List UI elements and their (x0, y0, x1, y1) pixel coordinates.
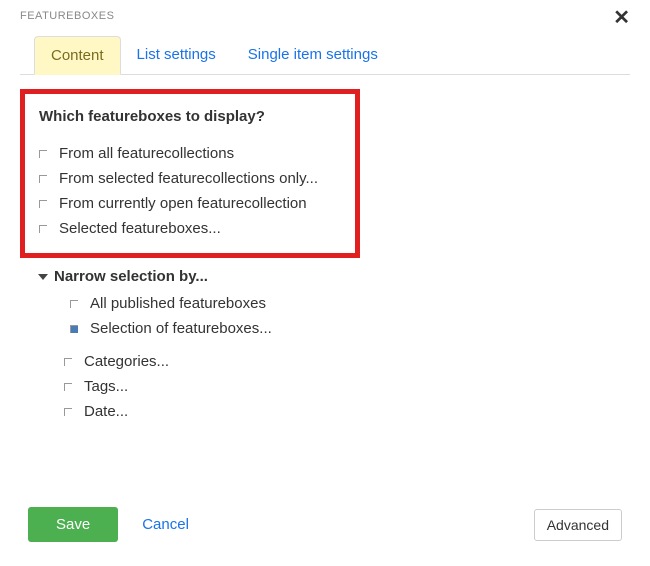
section-heading: Which featureboxes to display? (39, 108, 341, 125)
cancel-button[interactable]: Cancel (136, 515, 195, 534)
narrow-heading: Narrow selection by... (54, 268, 208, 285)
list-item[interactable]: From currently open featurecollection (39, 191, 341, 216)
narrow-toggle[interactable]: Narrow selection by... (38, 268, 630, 285)
radio-icon[interactable] (39, 150, 47, 158)
list-item[interactable]: Selection of featureboxes... (70, 316, 630, 341)
tab-single-item-settings[interactable]: Single item settings (232, 36, 394, 74)
list-item[interactable]: All published featureboxes (70, 291, 630, 316)
radio-icon[interactable] (39, 225, 47, 233)
list-item[interactable]: Tags... (64, 374, 630, 399)
option-label: All published featureboxes (90, 295, 266, 312)
option-label: Selected featureboxes... (59, 220, 221, 237)
narrow-primary-list: All published featureboxes Selection of … (70, 291, 630, 341)
featureboxes-dialog: ✕ FEATUREBOXES Content List settings Sin… (0, 0, 650, 566)
option-label: From all featurecollections (59, 145, 234, 162)
list-item[interactable]: From all featurecollections (39, 141, 341, 166)
advanced-button[interactable]: Advanced (534, 509, 622, 541)
option-label: From selected featurecollections only... (59, 170, 318, 187)
close-icon[interactable]: ✕ (613, 8, 630, 28)
display-options: From all featurecollections From selecte… (39, 141, 341, 241)
list-item[interactable]: From selected featurecollections only... (39, 166, 341, 191)
radio-icon[interactable] (70, 325, 78, 333)
tab-bar: Content List settings Single item settin… (20, 36, 630, 75)
radio-icon[interactable] (39, 200, 47, 208)
narrow-section: Narrow selection by... All published fea… (38, 268, 630, 424)
option-label: Selection of featureboxes... (90, 320, 272, 337)
radio-icon[interactable] (39, 175, 47, 183)
chevron-down-icon (38, 274, 48, 280)
radio-icon[interactable] (70, 300, 78, 308)
narrow-secondary-list: Categories... Tags... Date... (64, 349, 630, 424)
radio-icon[interactable] (64, 408, 72, 416)
save-button[interactable]: Save (28, 507, 118, 542)
list-item[interactable]: Date... (64, 399, 630, 424)
option-label: Tags... (84, 378, 128, 395)
tab-list-settings[interactable]: List settings (121, 36, 232, 74)
option-label: From currently open featurecollection (59, 195, 307, 212)
option-label: Date... (84, 403, 128, 420)
option-label: Categories... (84, 353, 169, 370)
dialog-footer: Save Cancel Advanced (28, 507, 622, 542)
radio-icon[interactable] (64, 383, 72, 391)
list-item[interactable]: Categories... (64, 349, 630, 374)
highlight-box: Which featureboxes to display? From all … (20, 89, 360, 258)
dialog-title: FEATUREBOXES (20, 10, 630, 22)
list-item[interactable]: Selected featureboxes... (39, 216, 341, 241)
radio-icon[interactable] (64, 358, 72, 366)
tab-content[interactable]: Content (34, 36, 121, 75)
